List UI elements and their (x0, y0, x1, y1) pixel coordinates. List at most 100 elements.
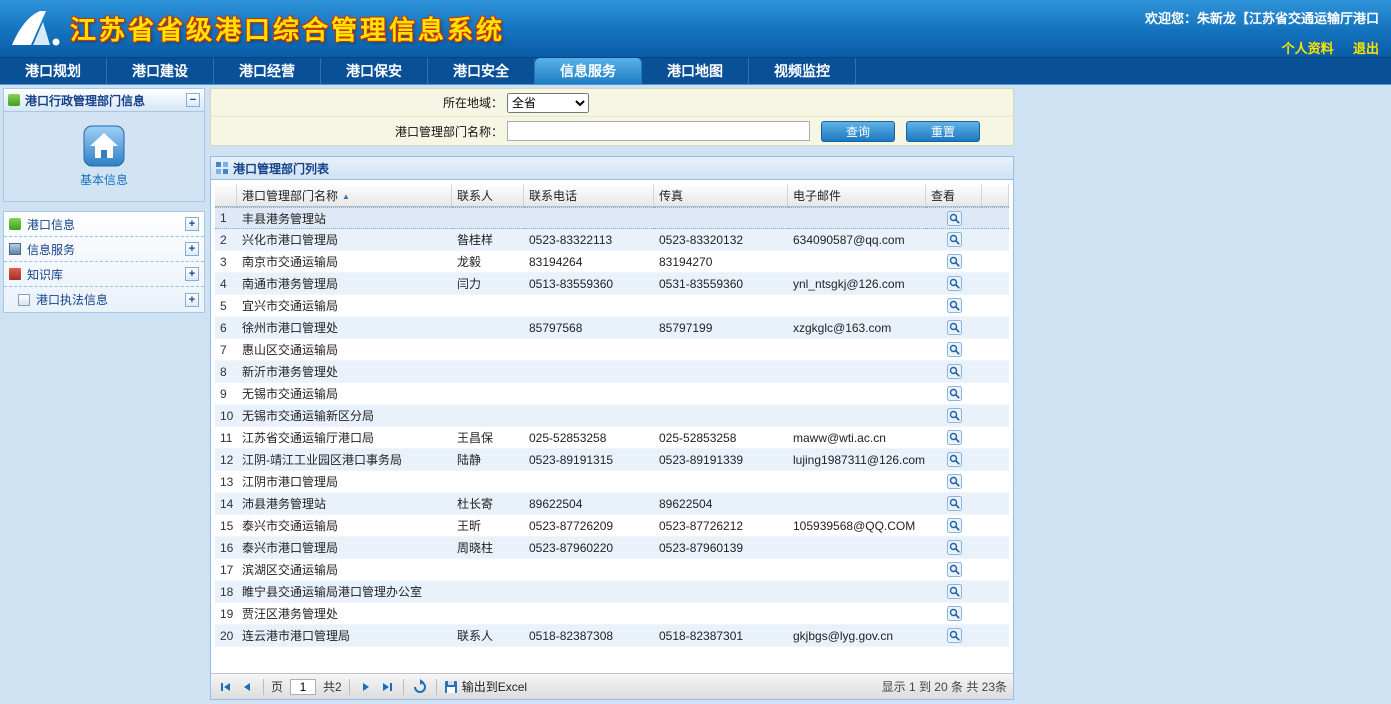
view-record-icon[interactable] (947, 232, 962, 247)
reset-button[interactable]: 重置 (906, 121, 980, 142)
view-record-icon[interactable] (947, 320, 962, 335)
row-number: 19 (215, 603, 237, 625)
column-header-1[interactable]: 港口管理部门名称▲ (237, 184, 452, 207)
table-row[interactable]: 12江阴-靖江工业园区港口事务局陆静0523-891913150523-8919… (215, 449, 1009, 471)
last-page-button[interactable] (378, 678, 396, 696)
view-record-icon[interactable] (947, 211, 962, 226)
collapse-button[interactable]: − (186, 93, 200, 107)
sidebar-item-3[interactable]: 知识库+ (4, 262, 204, 287)
view-record-icon[interactable] (947, 364, 962, 379)
row-number: 12 (215, 449, 237, 471)
view-record-icon[interactable] (947, 518, 962, 533)
view-record-icon[interactable] (947, 540, 962, 555)
table-row[interactable]: 3南京市交通运输局龙毅8319426483194270 (215, 251, 1009, 273)
nav-tab-4[interactable]: 港口保安 (321, 58, 428, 84)
nav-tab-2[interactable]: 港口建设 (107, 58, 214, 84)
dept-name-cell: 连云港市港口管理局 (237, 625, 452, 647)
table-row[interactable]: 2兴化市港口管理局昝桂样0523-833221130523-8332013263… (215, 229, 1009, 251)
view-cell (926, 471, 982, 493)
column-header-4[interactable]: 传真 (654, 184, 788, 207)
table-row[interactable]: 5宜兴市交通运输局 (215, 295, 1009, 317)
logout-link[interactable]: 退出 (1353, 41, 1379, 56)
expand-button[interactable]: + (185, 242, 199, 256)
view-record-icon[interactable] (947, 606, 962, 621)
view-record-icon[interactable] (947, 254, 962, 269)
table-row[interactable]: 17滨湖区交通运输局 (215, 559, 1009, 581)
table-row[interactable]: 18睢宁县交通运输局港口管理办公室 (215, 581, 1009, 603)
contact-cell: 闫力 (452, 273, 524, 295)
table-row[interactable]: 11江苏省交通运输厅港口局王昌保025-52853258025-52853258… (215, 427, 1009, 449)
expand-button[interactable]: + (185, 267, 199, 281)
table-row[interactable]: 10无锡市交通运输新区分局 (215, 405, 1009, 427)
expand-button[interactable]: + (185, 217, 199, 231)
sidebar-panel-header[interactable]: 港口行政管理部门信息 − (3, 88, 205, 112)
dept-name-cell: 江阴-靖江工业园区港口事务局 (237, 449, 452, 471)
table-row[interactable]: 9无锡市交通运输局 (215, 383, 1009, 405)
region-select[interactable]: 全省 (507, 93, 589, 113)
nav-tab-7[interactable]: 港口地图 (642, 58, 749, 84)
nav-tab-3[interactable]: 港口经营 (214, 58, 321, 84)
home-icon[interactable] (83, 125, 125, 167)
view-record-icon[interactable] (947, 430, 962, 445)
sidebar-panel-title: 港口行政管理部门信息 (25, 92, 145, 109)
row-filler (982, 405, 1009, 427)
refresh-button[interactable] (411, 678, 429, 696)
view-record-icon[interactable] (947, 474, 962, 489)
sidebar-item-4[interactable]: 港口执法信息+ (4, 287, 204, 312)
basic-info-link[interactable]: 基本信息 (80, 171, 128, 188)
view-record-icon[interactable] (947, 562, 962, 577)
table-row[interactable]: 1丰县港务管理站 (215, 207, 1009, 229)
view-record-icon[interactable] (947, 342, 962, 357)
fax-cell: 0523-87726212 (654, 515, 788, 537)
prev-page-button[interactable] (238, 678, 256, 696)
column-header-3[interactable]: 联系电话 (524, 184, 654, 207)
nav-tab-5[interactable]: 港口安全 (428, 58, 535, 84)
page-label: 页 (271, 678, 283, 695)
nav-tab-8[interactable]: 视频监控 (749, 58, 856, 84)
query-button[interactable]: 查询 (821, 121, 895, 142)
first-page-button[interactable] (217, 678, 235, 696)
fax-cell (654, 339, 788, 361)
sidebar: 港口行政管理部门信息 − 基本信息 港口信息+信息服务+知识库+港口执法信息+ (3, 88, 205, 700)
table-row[interactable]: 19贾汪区港务管理处 (215, 603, 1009, 625)
nav-tab-1[interactable]: 港口规划 (0, 58, 107, 84)
table-row[interactable]: 14沛县港务管理站杜长寄8962250489622504 (215, 493, 1009, 515)
profile-link[interactable]: 个人资料 (1282, 41, 1334, 56)
view-record-icon[interactable] (947, 496, 962, 511)
email-cell (788, 361, 926, 383)
table-row[interactable]: 16泰兴市港口管理局周晓柱0523-879602200523-87960139 (215, 537, 1009, 559)
sidebar-item-2[interactable]: 信息服务+ (4, 237, 204, 262)
app-header: 江苏省省级港口综合管理信息系统 欢迎您：朱新龙【江苏省交通运输厅港口 个人资料 … (0, 0, 1391, 58)
main-area: 所在地域： 全省 港口管理部门名称： 查询 重置 港口管理部门列表 (210, 88, 1014, 700)
nav-tab-6[interactable]: 信息服务 (535, 58, 642, 84)
view-cell (926, 229, 982, 251)
email-cell: 105939568@QQ.COM (788, 515, 926, 537)
view-record-icon[interactable] (947, 298, 962, 313)
column-header-6[interactable]: 查看 (926, 184, 982, 207)
dept-name-input[interactable] (507, 121, 810, 141)
table-row[interactable]: 20连云港市港口管理局联系人0518-823873080518-82387301… (215, 625, 1009, 647)
column-header-2[interactable]: 联系人 (452, 184, 524, 207)
export-excel-button[interactable]: 输出到Excel (444, 678, 527, 695)
table-row[interactable]: 13江阴市港口管理局 (215, 471, 1009, 493)
view-record-icon[interactable] (947, 628, 962, 643)
next-page-button[interactable] (357, 678, 375, 696)
table-row[interactable]: 6徐州市港口管理处8579756885797199xzgkglc@163.com (215, 317, 1009, 339)
table-row[interactable]: 7惠山区交通运输局 (215, 339, 1009, 361)
fax-cell (654, 295, 788, 317)
sidebar-item-1[interactable]: 港口信息 + (4, 212, 204, 237)
view-record-icon[interactable] (947, 452, 962, 467)
view-record-icon[interactable] (947, 386, 962, 401)
contact-cell (452, 581, 524, 603)
table-row[interactable]: 4南通市港务管理局闫力0513-835593600531-83559360ynl… (215, 273, 1009, 295)
expand-button[interactable]: + (185, 293, 199, 307)
sidebar-item-label: 港口信息 (27, 216, 179, 233)
view-record-icon[interactable] (947, 276, 962, 291)
page-input[interactable] (290, 679, 316, 695)
column-header-5[interactable]: 电子邮件 (788, 184, 926, 207)
table-row[interactable]: 8新沂市港务管理处 (215, 361, 1009, 383)
table-row[interactable]: 15泰兴市交通运输局王昕0523-877262090523-8772621210… (215, 515, 1009, 537)
contact-cell (452, 405, 524, 427)
view-record-icon[interactable] (947, 408, 962, 423)
view-record-icon[interactable] (947, 584, 962, 599)
